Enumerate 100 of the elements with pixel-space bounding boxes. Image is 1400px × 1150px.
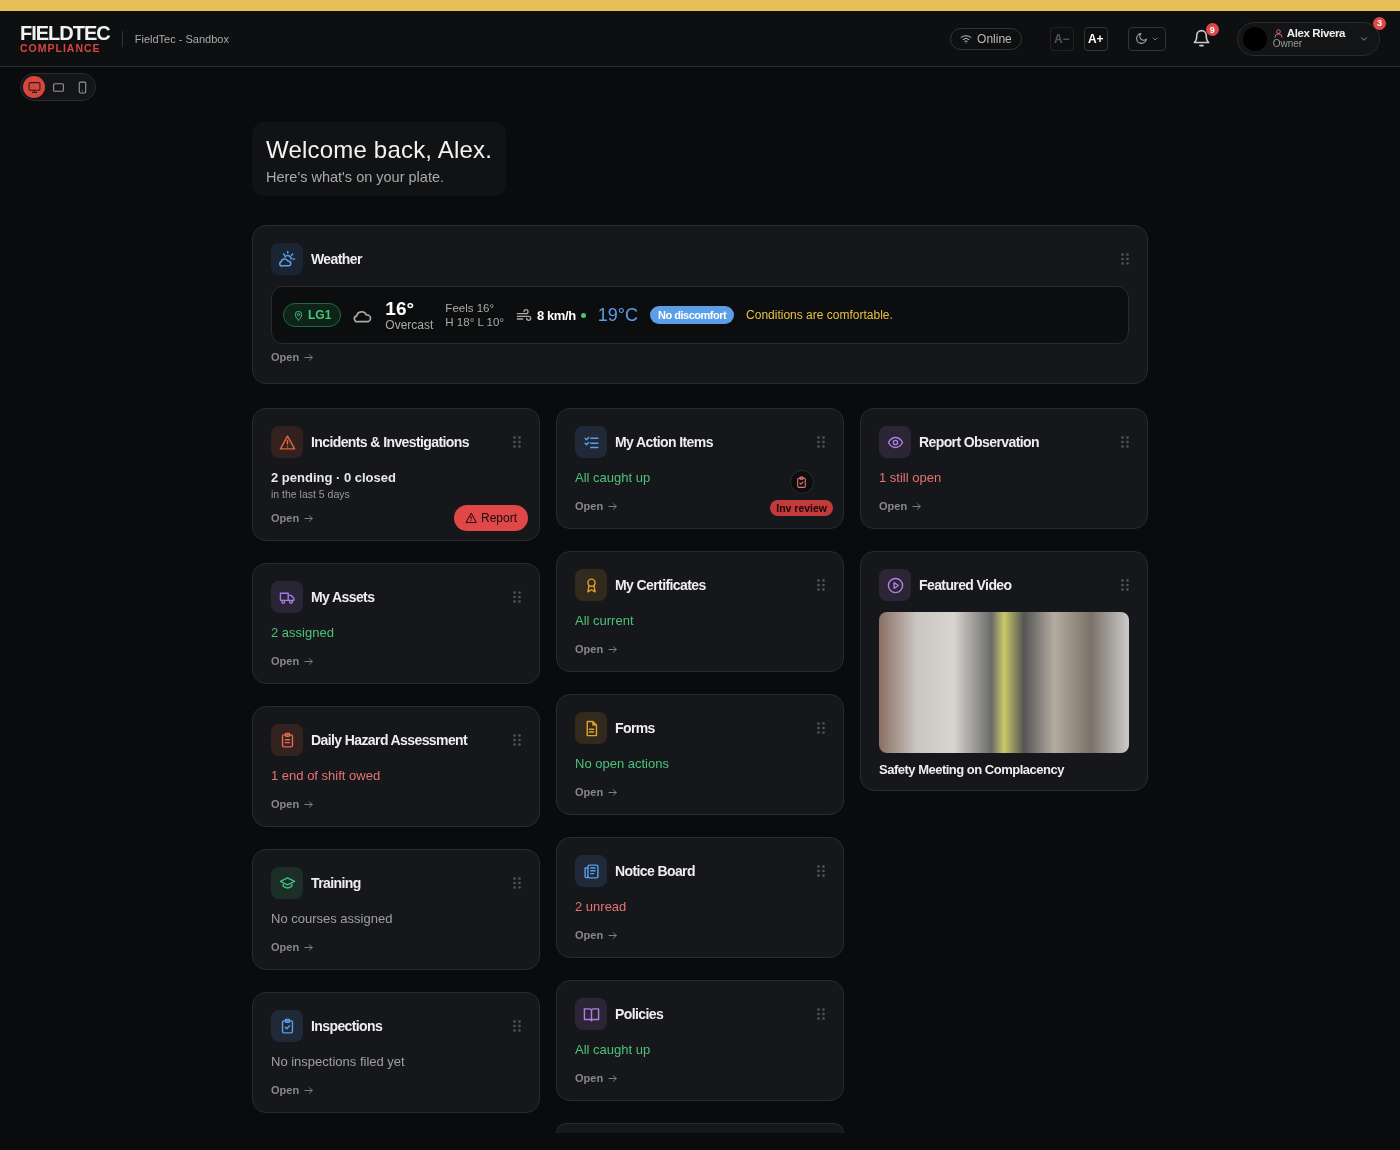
clipboard-check-icon	[789, 470, 814, 494]
status-text: No inspections filed yet	[271, 1054, 405, 1069]
card-title: My Assets	[311, 589, 375, 605]
status-text: 1 end of shift owed	[271, 768, 381, 783]
video-thumbnail[interactable]	[879, 612, 1129, 753]
connection-label: Online	[977, 31, 1012, 46]
user-name: Alex Rivera	[1286, 27, 1345, 40]
card-title: Forms	[615, 720, 655, 736]
drag-handle-icon[interactable]	[1121, 436, 1129, 448]
arrow-right-icon	[303, 798, 315, 810]
status-text: 2 unread	[575, 899, 627, 914]
open-link[interactable]: Open	[575, 643, 619, 655]
card-title: Daily Hazard Assessment	[311, 732, 468, 748]
status-text: All caught up	[575, 1042, 651, 1057]
card-title: Weather	[311, 251, 362, 267]
drag-handle-icon[interactable]	[817, 865, 825, 877]
warning-icon	[464, 512, 477, 524]
avatar	[1242, 26, 1267, 51]
clipboard-check-icon	[271, 1010, 303, 1042]
map-pin-icon	[293, 309, 304, 321]
notification-count: 9	[1205, 23, 1219, 36]
drag-handle-icon[interactable]	[1121, 253, 1129, 265]
arrow-right-icon	[607, 643, 619, 655]
high-low: H 18° L 10°	[445, 316, 504, 328]
clipboard-icon	[271, 724, 303, 756]
desktop-icon	[27, 80, 41, 94]
arrow-right-icon	[303, 655, 315, 667]
checklist-icon	[575, 426, 607, 458]
arrow-right-icon	[607, 786, 619, 798]
user-badge: 3	[1373, 16, 1386, 30]
weather-condition: Overcast	[385, 318, 434, 332]
card-title: Inspections	[311, 1018, 383, 1034]
temperature: 16°	[385, 298, 416, 319]
truck-icon	[271, 581, 303, 613]
comfort-message: Conditions are comfortable.	[746, 308, 893, 322]
drag-handle-icon[interactable]	[513, 734, 521, 746]
card-title: Featured Video	[919, 577, 1012, 593]
arrow-right-icon	[303, 351, 315, 363]
comfort-badge: No discomfort	[650, 306, 735, 324]
drag-handle-icon[interactable]	[513, 436, 521, 448]
indoor-temperature: 19°C	[597, 304, 638, 326]
open-link[interactable]: Open	[575, 786, 619, 798]
drag-handle-icon[interactable]	[817, 1008, 825, 1020]
workspace-name: FieldTec - Sandbox	[134, 32, 229, 45]
report-button[interactable]: Report	[453, 505, 528, 531]
arrow-right-icon	[607, 1072, 619, 1084]
arrow-right-icon	[303, 512, 315, 524]
open-link[interactable]: Open	[575, 929, 619, 941]
open-link[interactable]: Open	[271, 655, 315, 667]
warning-icon	[271, 426, 303, 458]
status-text: 1 still open	[879, 470, 942, 485]
drag-handle-icon[interactable]	[513, 1020, 521, 1032]
arrow-right-icon	[303, 941, 315, 953]
drag-handle-icon[interactable]	[817, 436, 825, 448]
desktop-view-button[interactable]	[23, 76, 45, 98]
document-icon	[575, 712, 607, 744]
open-link[interactable]: Open	[879, 500, 923, 512]
arrow-right-icon	[303, 1084, 315, 1096]
graduation-cap-icon	[271, 867, 303, 899]
location-badge[interactable]: LG1	[283, 303, 342, 327]
welcome-heading: Welcome back, Alex.	[266, 136, 493, 164]
status-text: No courses assigned	[271, 911, 393, 926]
card-title: Incidents & Investigations	[311, 434, 469, 450]
open-link[interactable]: Open	[271, 351, 315, 363]
status-dot	[580, 312, 586, 318]
drag-handle-icon[interactable]	[817, 722, 825, 734]
review-badge: Inv review	[770, 500, 833, 516]
notifications-button[interactable]	[1191, 29, 1211, 48]
increase-font-button[interactable]: A+	[1083, 26, 1108, 51]
drag-handle-icon[interactable]	[817, 579, 825, 591]
logo-title: FIELDTEC	[20, 23, 110, 44]
eye-icon	[879, 426, 911, 458]
drag-handle-icon[interactable]	[513, 591, 521, 603]
card-title: My Action Items	[615, 434, 713, 450]
logo-subtitle: COMPLIANCE	[20, 43, 102, 54]
feels-like: Feels 16°	[445, 302, 496, 314]
open-link[interactable]: Open	[271, 941, 315, 953]
open-link[interactable]: Open	[271, 512, 315, 524]
card-title: Policies	[615, 1006, 664, 1022]
status-note: in the last 5 days	[271, 488, 351, 500]
theme-toggle[interactable]	[1127, 26, 1166, 51]
status-text: 2 assigned	[271, 625, 334, 640]
tablet-icon	[51, 80, 65, 94]
wind-speed: 8 km/h	[537, 307, 576, 323]
card-title: Training	[311, 875, 361, 891]
video-title[interactable]: Safety Meeting on Complacency	[879, 762, 1129, 777]
newspaper-icon	[575, 855, 607, 887]
status-text: All caught up	[575, 470, 651, 485]
play-icon	[879, 569, 911, 601]
arrow-right-icon	[607, 929, 619, 941]
drag-handle-icon[interactable]	[1121, 579, 1129, 591]
open-link[interactable]: Open	[271, 1084, 315, 1096]
open-link[interactable]: Open	[575, 500, 619, 512]
arrow-right-icon	[911, 500, 923, 512]
open-link[interactable]: Open	[575, 1072, 619, 1084]
wind-icon	[516, 308, 532, 322]
open-link[interactable]: Open	[271, 798, 315, 810]
drag-handle-icon[interactable]	[513, 877, 521, 889]
status-text: 2 pending · 0 closed	[271, 470, 396, 485]
wifi-icon	[960, 33, 973, 44]
